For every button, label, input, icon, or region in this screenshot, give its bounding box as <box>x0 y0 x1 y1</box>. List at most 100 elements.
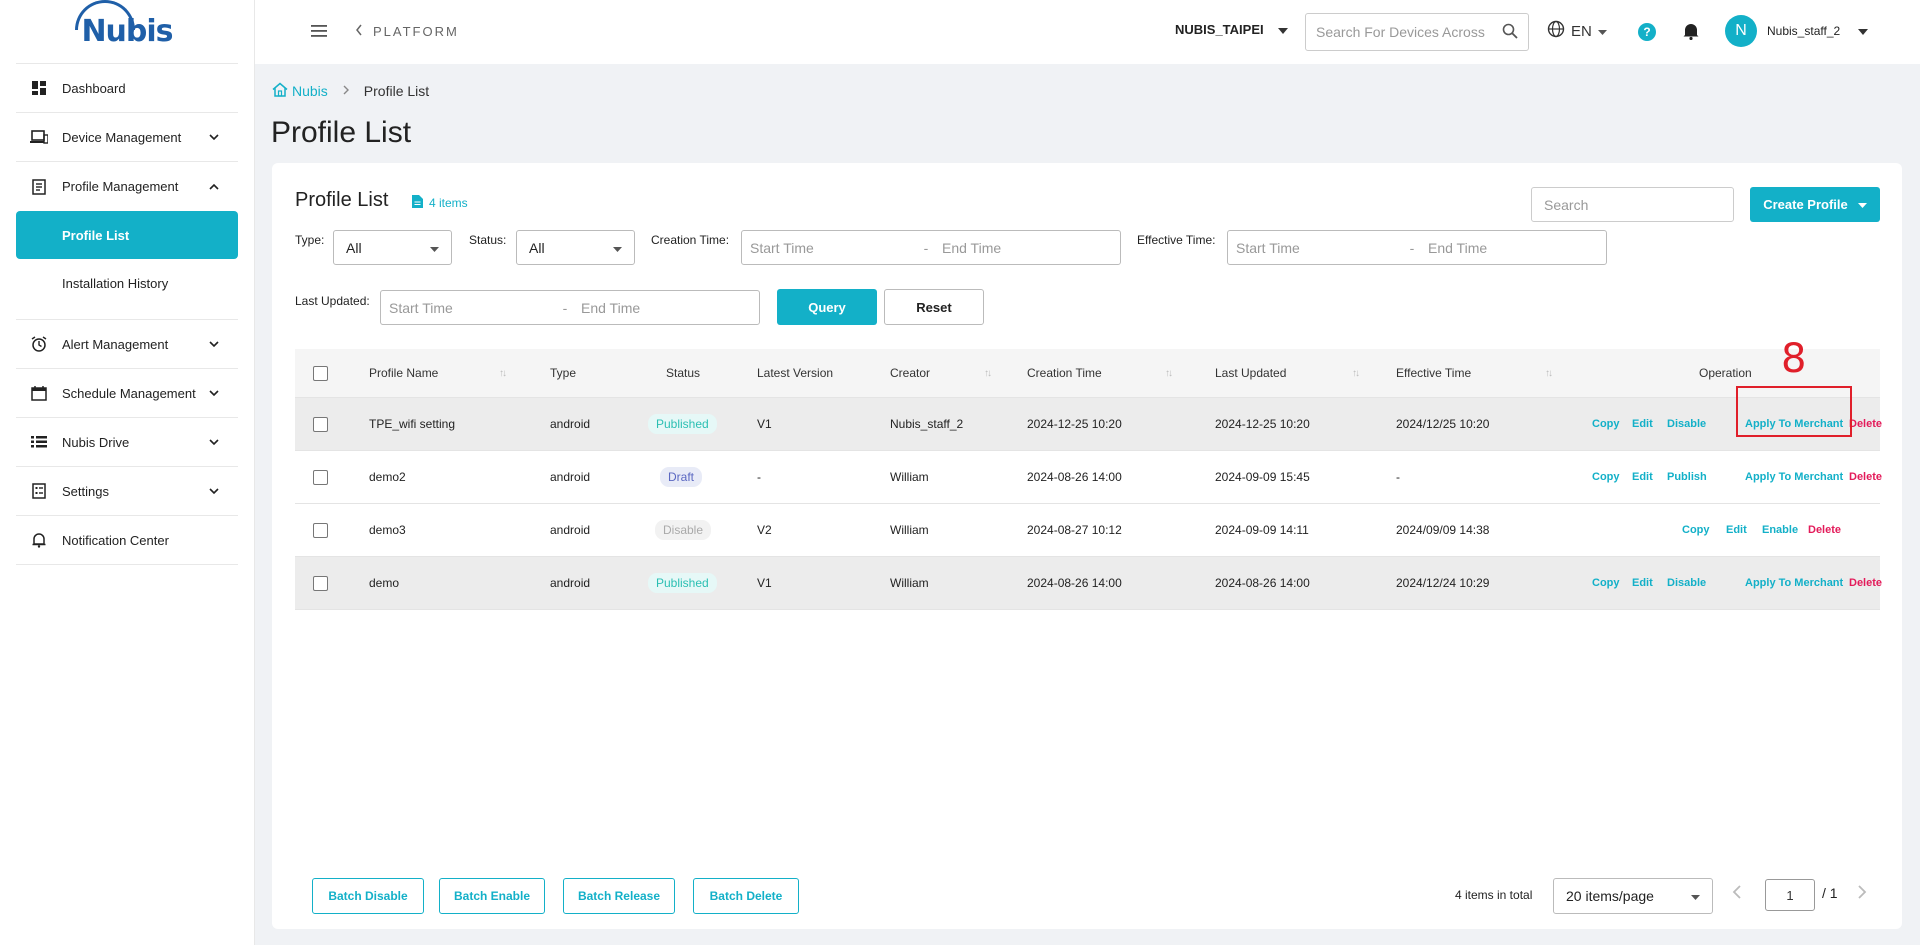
device-icon <box>30 128 48 146</box>
row-checkbox[interactable] <box>313 416 328 432</box>
total-pages: / 1 <box>1822 885 1838 901</box>
table-row[interactable]: TPE_wifi setting android Published V1 Nu… <box>295 398 1882 451</box>
sidebar-item-notification-center[interactable]: Notification Center <box>16 516 238 565</box>
top-header: PLATFORM NUBIS_TAIPEI Search For Devices… <box>255 0 1920 64</box>
table-row[interactable]: demo2 android Draft - William 2024-08-26… <box>295 451 1882 504</box>
hamburger-menu-icon[interactable] <box>311 24 327 43</box>
sidebar-item-settings[interactable]: Settings <box>16 467 238 516</box>
op-delete[interactable]: Delete <box>1808 504 1841 556</box>
op-copy[interactable]: Copy <box>1592 398 1620 450</box>
cell-profile-name: demo3 <box>369 523 406 537</box>
sidebar-item-alert-management[interactable]: Alert Management <box>16 320 238 369</box>
query-button[interactable]: Query <box>777 289 877 325</box>
profile-search-input[interactable]: Search <box>1531 187 1734 222</box>
reset-button[interactable]: Reset <box>884 289 984 325</box>
op-copy[interactable]: Copy <box>1682 504 1710 556</box>
row-checkbox[interactable] <box>313 522 328 538</box>
next-page-icon[interactable] <box>1857 883 1867 906</box>
batch-release-button[interactable]: Batch Release <box>563 878 675 914</box>
op-apply-to-merchant[interactable]: Apply To Merchant <box>1745 557 1843 609</box>
tenant-selector[interactable]: NUBIS_TAIPEI <box>1175 22 1288 37</box>
header-creation-time[interactable]: Creation Time ↑↓ <box>1027 349 1173 397</box>
op-publish[interactable]: Publish <box>1667 451 1707 503</box>
table-row[interactable]: demo3 android Disable V2 William 2024-08… <box>295 504 1880 557</box>
cell-creator: William <box>890 523 929 537</box>
header-status: Status <box>666 366 701 380</box>
last-updated-range-picker[interactable]: Start Time - End Time <box>380 290 760 325</box>
op-edit[interactable]: Edit <box>1632 398 1653 450</box>
header-profile-name[interactable]: Profile Name ↑↓ <box>369 349 507 397</box>
op-disable[interactable]: Disable <box>1667 557 1706 609</box>
global-search-input[interactable]: Search For Devices Across <box>1305 13 1529 51</box>
chevron-down-icon <box>208 387 220 402</box>
breadcrumb-home-link[interactable]: Nubis <box>272 82 328 100</box>
sidebar-item-profile-management[interactable]: Profile Management <box>16 162 238 211</box>
cell-profile-name: demo2 <box>369 470 406 484</box>
batch-disable-button[interactable]: Batch Disable <box>312 878 424 914</box>
op-edit[interactable]: Edit <box>1632 451 1653 503</box>
effective-time-range-picker[interactable]: Start Time - End Time <box>1227 230 1607 265</box>
caret-down-icon <box>1858 24 1869 38</box>
op-delete[interactable]: Delete <box>1849 557 1882 609</box>
items-count-badge: 4 items <box>412 195 468 211</box>
header-creator[interactable]: Creator ↑↓ <box>890 349 992 397</box>
sidebar-item-nubis-drive[interactable]: Nubis Drive <box>16 418 238 467</box>
page-number-input[interactable]: 1 <box>1765 879 1815 911</box>
notification-bell-icon[interactable] <box>1683 22 1699 45</box>
page-size-select[interactable]: 20 items/page <box>1553 878 1713 914</box>
cell-last-updated: 2024-08-26 14:00 <box>1215 576 1310 590</box>
row-checkbox[interactable] <box>313 469 328 485</box>
op-apply-to-merchant[interactable]: Apply To Merchant <box>1745 451 1843 503</box>
op-label: Delete <box>1808 524 1842 536</box>
op-edit[interactable]: Edit <box>1632 557 1653 609</box>
breadcrumb-home-label: Nubis <box>292 83 328 99</box>
select-all-checkbox[interactable] <box>313 365 328 381</box>
prev-page-icon[interactable] <box>1732 883 1742 906</box>
sidebar-item-dashboard[interactable]: Dashboard <box>16 64 238 113</box>
table-row[interactable]: demo android Published V1 William 2024-0… <box>295 557 1882 610</box>
caret-down-icon <box>1277 22 1288 37</box>
platform-back-link[interactable]: PLATFORM <box>355 24 459 39</box>
help-icon[interactable]: ? <box>1638 23 1656 41</box>
language-selector[interactable]: EN <box>1547 20 1607 42</box>
sidebar-item-schedule-management[interactable]: Schedule Management <box>16 369 238 418</box>
op-delete[interactable]: Delete <box>1849 398 1882 450</box>
header-label: Profile Name <box>369 366 439 380</box>
sidebar-item-device-management[interactable]: Device Management <box>16 113 238 162</box>
username: Nubis_staff_2 <box>1767 24 1841 38</box>
op-enable[interactable]: Enable <box>1762 504 1798 556</box>
type-filter-select[interactable]: All <box>333 230 452 265</box>
sort-icon: ↑↓ <box>1352 367 1360 379</box>
search-icon[interactable] <box>1502 23 1518 42</box>
batch-delete-button[interactable]: Batch Delete <box>693 878 799 914</box>
user-menu[interactable]: Nubis_staff_2 <box>1767 24 1869 38</box>
sort-icon: ↑↓ <box>1545 367 1553 379</box>
cell-type: android <box>550 470 591 484</box>
status-badge: Published <box>648 573 717 593</box>
cell-last-updated: 2024-12-25 10:20 <box>1215 417 1310 431</box>
op-delete[interactable]: Delete <box>1849 451 1882 503</box>
header-effective-time[interactable]: Effective Time ↑↓ <box>1396 349 1553 397</box>
batch-enable-button[interactable]: Batch Enable <box>439 878 545 914</box>
chevron-up-icon <box>208 181 220 196</box>
status-filter-select[interactable]: All <box>516 230 635 265</box>
logo[interactable]: Nubis <box>16 0 238 64</box>
op-disable[interactable]: Disable <box>1667 398 1706 450</box>
op-label: Apply To Merchant <box>1745 471 1844 483</box>
profile-list-card: Profile List 4 items Search Create Profi… <box>272 163 1902 929</box>
op-copy[interactable]: Copy <box>1592 557 1620 609</box>
header-last-updated[interactable]: Last Updated ↑↓ <box>1215 349 1360 397</box>
sidebar-item-label: Profile Management <box>62 179 179 194</box>
page-title: Profile List <box>271 116 412 149</box>
op-copy[interactable]: Copy <box>1592 451 1620 503</box>
create-profile-button[interactable]: Create Profile <box>1750 187 1880 222</box>
op-edit[interactable]: Edit <box>1726 504 1747 556</box>
creation-time-range-picker[interactable]: Start Time - End Time <box>741 230 1121 265</box>
sidebar-item-installation-history[interactable]: Installation History <box>16 259 238 307</box>
table-header-row: Profile Name ↑↓ Type Status Latest Versio… <box>295 349 1880 398</box>
calendar-icon <box>30 384 48 402</box>
row-checkbox[interactable] <box>313 575 328 591</box>
avatar[interactable]: N <box>1725 15 1757 47</box>
total-count: 4 items in total <box>1455 888 1533 902</box>
sidebar-item-profile-list[interactable]: Profile List <box>16 211 238 259</box>
